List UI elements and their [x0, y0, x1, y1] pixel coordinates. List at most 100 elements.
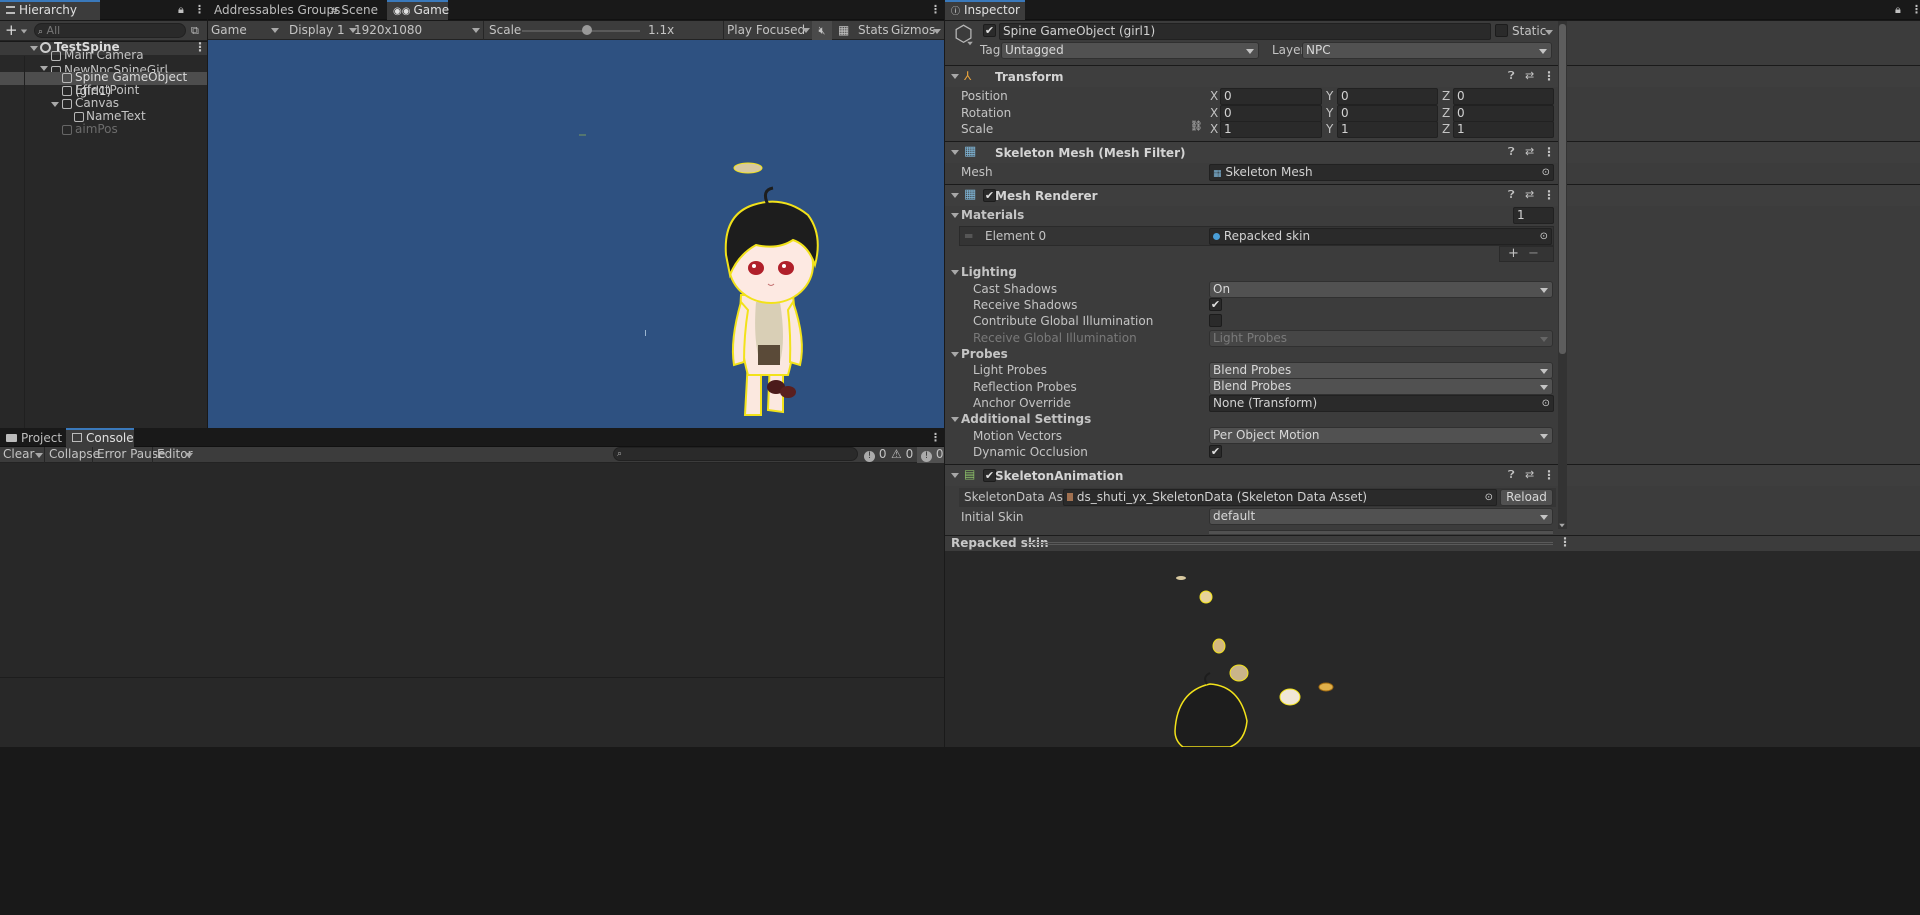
warning-count-toggle[interactable]: ⚠︎ 0 — [891, 447, 913, 461]
mute-audio-icon[interactable]: 🔇︎ — [812, 21, 832, 40]
mesh-object-field[interactable]: ▦ Skeleton Mesh ⊙ — [1209, 164, 1554, 181]
object-picker-icon[interactable]: ⊙ — [1540, 229, 1548, 244]
mesh-renderer-header[interactable]: ▦ ✔ Mesh Renderer ❓︎ ⇄ ⋮ — [945, 184, 1920, 206]
console-search-input[interactable]: ⌕ — [613, 447, 858, 461]
add-button[interactable]: + — [5, 21, 28, 39]
inspector-scrollbar-thumb[interactable] — [1559, 24, 1566, 354]
static-checkbox[interactable] — [1495, 24, 1508, 37]
scale-y-field[interactable]: 1 — [1337, 121, 1438, 138]
motion-vectors-dropdown[interactable]: Per Object Motion — [1209, 427, 1553, 444]
help-icon[interactable]: ❓︎ — [1508, 145, 1515, 159]
lock-icon[interactable]: 🔒︎ — [178, 3, 184, 17]
hierarchy-item-aimpos[interactable]: aimPos — [0, 122, 207, 137]
active-checkbox[interactable]: ✔ — [983, 24, 996, 37]
materials-count-field[interactable]: 1 — [1513, 207, 1554, 224]
tab-console[interactable]: Console — [66, 428, 134, 448]
scale-slider-track[interactable] — [522, 30, 640, 32]
editor-chevron-down-icon[interactable] — [185, 453, 193, 458]
stats-button[interactable]: Stats — [858, 23, 889, 37]
tab-scene[interactable]: # Scene — [324, 0, 384, 20]
rotation-y-field[interactable]: 0 — [1337, 105, 1438, 122]
rotation-x-field[interactable]: 0 — [1220, 105, 1322, 122]
hierarchy-item-main-camera[interactable]: Main Camera — [0, 46, 207, 62]
object-picker-icon[interactable]: ⊙ — [1542, 165, 1550, 180]
presets-icon[interactable]: ⇄ — [1525, 188, 1534, 201]
static-chevron-down-icon[interactable] — [1545, 30, 1553, 35]
expand-arrow-icon[interactable] — [51, 102, 59, 107]
fold-arrow-icon[interactable] — [951, 74, 959, 79]
component-menu-icon[interactable]: ⋮ — [1543, 145, 1555, 159]
scale-x-field[interactable]: 1 — [1220, 121, 1322, 138]
drag-handle-icon[interactable]: ═ — [965, 229, 972, 243]
display-dropdown[interactable]: Display 1 — [289, 22, 359, 39]
dynamic-occlusion-checkbox[interactable]: ✔ — [1209, 445, 1222, 458]
scroll-down-arrow-icon[interactable] — [1559, 523, 1565, 528]
scale-slider-thumb[interactable] — [581, 25, 592, 35]
preview-drag-handle[interactable] — [1027, 542, 1553, 545]
preview-menu-icon[interactable]: ⋮ — [1559, 535, 1571, 549]
transform-header[interactable]: ⅄ Transform ❓︎ ⇄ ⋮ — [945, 65, 1920, 87]
position-z-field[interactable]: 0 — [1453, 88, 1554, 105]
console-log-list[interactable] — [0, 463, 945, 677]
constrain-proportions-link-icon[interactable]: ⛓︎ — [1190, 121, 1203, 132]
fold-arrow-icon[interactable] — [951, 150, 959, 155]
help-icon[interactable]: ❓︎ — [1508, 69, 1515, 83]
game-mode-dropdown[interactable]: Game — [211, 22, 279, 39]
resolution-dropdown[interactable]: 1920x1080 — [354, 22, 483, 39]
hierarchy-search-input[interactable]: ⌕ All — [34, 23, 186, 38]
game-viewport[interactable] — [208, 40, 945, 428]
help-icon[interactable]: ❓︎ — [1508, 188, 1515, 202]
skeleton-animation-header[interactable]: ▤ ✔ SkeletonAnimation ❓︎ ⇄ ⋮ — [945, 464, 1920, 486]
fold-arrow-icon[interactable] — [951, 473, 959, 478]
presets-icon[interactable]: ⇄ — [1525, 145, 1534, 158]
lock-icon[interactable]: 🔒︎ — [1895, 3, 1901, 17]
probes-fold-icon[interactable] — [951, 352, 959, 357]
lighting-fold-icon[interactable] — [951, 270, 959, 275]
log-count-toggle[interactable]: ! 0 — [864, 447, 886, 462]
remove-element-button[interactable]: − — [1528, 246, 1539, 261]
tag-dropdown[interactable]: Untagged — [1001, 42, 1259, 59]
add-element-button[interactable]: + — [1508, 246, 1519, 261]
gizmos-chevron-down-icon[interactable] — [933, 29, 941, 34]
aspect-grid-icon[interactable]: ▦ — [838, 23, 849, 37]
tab-project[interactable]: Project — [0, 428, 68, 448]
more-options-icon[interactable]: ⋮ — [930, 3, 941, 16]
object-name-field[interactable]: Spine GameObject (girl1) — [999, 23, 1491, 40]
contribute-gi-checkbox[interactable] — [1209, 314, 1222, 327]
rotation-z-field[interactable]: 0 — [1453, 105, 1554, 122]
additional-settings-fold-icon[interactable] — [951, 417, 959, 422]
initial-skin-dropdown[interactable]: default — [1209, 508, 1553, 525]
scale-z-field[interactable]: 1 — [1453, 121, 1554, 138]
object-picker-icon[interactable]: ⊙ — [1542, 396, 1550, 411]
receive-shadows-checkbox[interactable]: ✔ — [1209, 298, 1222, 311]
light-probes-dropdown[interactable]: Blend Probes — [1209, 362, 1553, 379]
preview-header[interactable]: Repacked skin ⋮ — [945, 535, 1920, 550]
skeleton-data-asset-field[interactable]: ds_shuti_yx_SkeletonData (Skeleton Data … — [1063, 489, 1497, 506]
more-options-icon[interactable]: ⋮ — [930, 431, 941, 444]
element0-material-field[interactable]: Repacked skin ⊙ — [1209, 228, 1552, 245]
position-y-field[interactable]: 0 — [1337, 88, 1438, 105]
component-menu-icon[interactable]: ⋮ — [1543, 69, 1555, 83]
gizmos-button[interactable]: Gizmos — [891, 23, 935, 37]
mesh-filter-header[interactable]: ▦ Skeleton Mesh (Mesh Filter) ❓︎ ⇄ ⋮ — [945, 141, 1920, 163]
presets-icon[interactable]: ⇄ — [1525, 468, 1534, 481]
reflection-probes-dropdown[interactable]: Blend Probes — [1209, 378, 1553, 395]
error-count-toggle[interactable]: ! 0 — [917, 447, 945, 463]
tab-game[interactable]: ◉◉ Game — [387, 0, 449, 20]
reload-button[interactable]: Reload — [1500, 489, 1553, 506]
cast-shadows-dropdown[interactable]: On — [1209, 281, 1553, 298]
tab-inspector[interactable]: ⓘ Inspector — [945, 0, 1025, 20]
icon-picker-chevron-icon[interactable] — [967, 41, 973, 46]
position-x-field[interactable]: 0 — [1220, 88, 1322, 105]
clear-button[interactable]: Clear — [3, 447, 34, 461]
anchor-override-field[interactable]: None (Transform) ⊙ — [1209, 395, 1554, 412]
clear-options-chevron-icon[interactable] — [35, 453, 43, 458]
scene-search-icon[interactable]: ⧉ — [191, 24, 199, 38]
expand-arrow-icon[interactable] — [40, 66, 48, 71]
more-options-icon[interactable]: ⋮ — [1911, 3, 1920, 16]
layer-dropdown[interactable]: NPC — [1302, 42, 1552, 59]
error-pause-button[interactable]: Error Pause — [97, 447, 165, 461]
play-focused-dropdown[interactable]: Play Focused — [727, 22, 812, 39]
component-menu-icon[interactable]: ⋮ — [1543, 468, 1555, 482]
object-picker-icon[interactable]: ⊙ — [1485, 490, 1493, 505]
